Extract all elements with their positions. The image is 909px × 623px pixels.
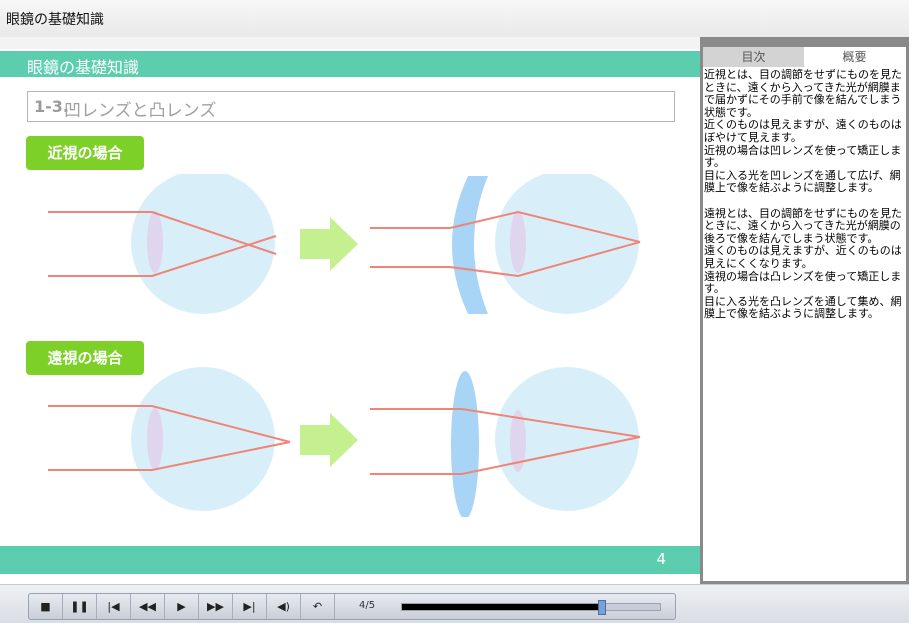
replay-button[interactable]: ↶	[301, 594, 335, 619]
last-slide-button[interactable]: ▶|	[233, 594, 267, 619]
crystalline-lens-right	[510, 211, 526, 273]
summary-paragraph: 目に入る光を凹レンズを通して広げ、網膜上で像を結ぶように調整します。	[704, 168, 901, 195]
stop-button[interactable]: ■	[29, 594, 63, 619]
slide-counter: 4/5	[359, 600, 376, 611]
tab-summary[interactable]: 概要	[804, 47, 905, 67]
slide-header-bar: 眼鏡の基礎知識	[0, 51, 700, 77]
window-title-bar: 眼鏡の基礎知識	[0, 0, 909, 38]
summary-paragraph: 近視の場合は凹レンズを使って矯正します。	[704, 143, 902, 170]
crystalline-lens-left	[147, 211, 163, 273]
convex-lens	[451, 371, 479, 517]
summary-paragraph: 遠視の場合は凸レンズを使って矯正します。	[704, 269, 902, 296]
speaker-icon: ◀)	[277, 600, 290, 613]
slide-footer-bar: 4	[0, 546, 700, 574]
player-controls: ■ ❚❚ |◀ ◀◀ ▶ ▶▶ ▶| ◀) ↶ 4/5	[28, 593, 676, 620]
summary-paragraph: 目に入る光を凸レンズを通して集め、網膜上で像を結ぶように調整します。	[704, 294, 902, 321]
section-title-box: 1-3. 凹レンズと凸レンズ	[27, 91, 675, 122]
tab-toc[interactable]: 目次	[703, 47, 804, 67]
concave-lens	[452, 176, 488, 314]
crystalline-lens-left	[147, 408, 163, 470]
side-panel: 目次 概要 近視とは、目の調節をせずにものを見たときに、遠くから入ってきた光が網…	[703, 47, 906, 581]
first-slide-button[interactable]: |◀	[97, 594, 131, 619]
section-title: 凹レンズと凸レンズ	[64, 101, 217, 121]
summary-spacer	[704, 195, 904, 208]
seek-handle[interactable]	[598, 600, 606, 615]
slide-area: 眼鏡の基礎知識 1-3. 凹レンズと凸レンズ 近視の場合 遠視の場合 4	[0, 49, 700, 576]
myopia-diagram	[48, 174, 641, 314]
skip-first-icon: |◀	[107, 600, 120, 613]
rewind-icon: ◀◀	[139, 600, 156, 613]
window-title: 眼鏡の基礎知識	[6, 12, 104, 28]
slide-page-number: 4	[656, 550, 666, 568]
myopia-label: 近視の場合	[26, 136, 144, 170]
hyperopia-diagram	[48, 367, 641, 517]
pause-button[interactable]: ❚❚	[63, 594, 97, 619]
summary-paragraph: 遠視とは、目の調節をせずにものを見たときに、遠くから入ってきた光が網膜の後ろで像…	[704, 206, 902, 245]
fast-forward-icon: ▶▶	[207, 600, 224, 613]
skip-last-icon: ▶|	[243, 600, 256, 613]
seek-bar[interactable]	[401, 600, 661, 615]
pause-icon: ❚❚	[70, 600, 89, 613]
summary-paragraph: 遠くのものは見えますが、近くのものは見えにくくなります。	[704, 244, 902, 270]
fast-forward-button[interactable]: ▶▶	[199, 594, 233, 619]
summary-paragraph: 近くのものは見えますが、遠くのものはぼやけて見えます。	[704, 118, 902, 144]
volume-button[interactable]: ◀)	[267, 594, 301, 619]
play-icon: ▶	[177, 600, 186, 613]
player-control-bar: ■ ❚❚ |◀ ◀◀ ▶ ▶▶ ▶| ◀) ↶ 4/5	[0, 584, 909, 623]
slide-header-title: 眼鏡の基礎知識	[27, 58, 140, 77]
right-arrow-icon	[300, 217, 358, 271]
seek-progress	[402, 604, 601, 610]
summary-text: 近視とは、目の調節をせずにものを見たときに、遠くから入ってきた光が網膜まで届かず…	[704, 68, 904, 321]
replay-icon: ↶	[312, 600, 323, 613]
stop-icon: ■	[40, 600, 51, 613]
rewind-button[interactable]: ◀◀	[131, 594, 165, 619]
right-arrow-icon	[300, 413, 358, 467]
summary-paragraph: 近視とは、目の調節をせずにものを見たときに、遠くから入ってきた光が網膜まで届かず…	[704, 68, 902, 119]
play-button[interactable]: ▶	[165, 594, 199, 619]
